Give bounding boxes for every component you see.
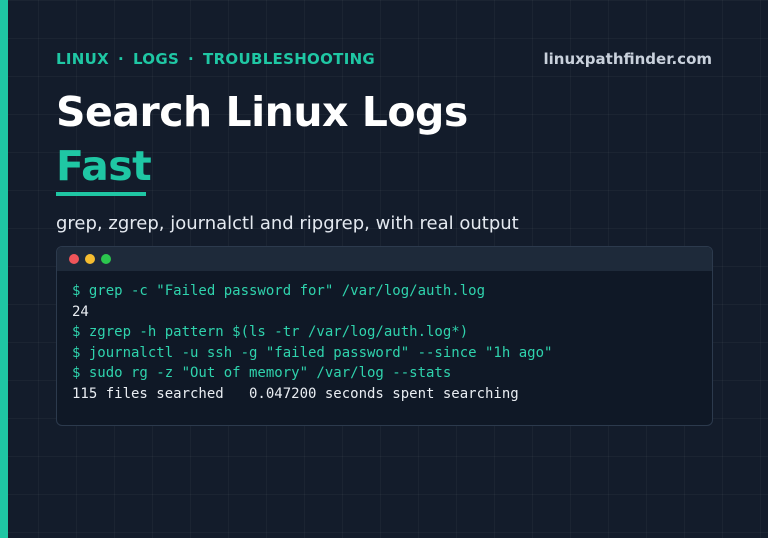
maximize-dot-icon bbox=[101, 254, 111, 264]
terminal-command-line: $ zgrep -h pattern $(ls -tr /var/log/aut… bbox=[72, 324, 469, 340]
terminal-command-line: $ journalctl -u ssh -g "failed password"… bbox=[72, 344, 553, 361]
page-title-highlight: Fast bbox=[56, 142, 152, 190]
terminal-body: $ grep -c "Failed password for" /var/log… bbox=[57, 271, 712, 404]
page-title: Search Linux Logs bbox=[56, 88, 468, 136]
minimize-dot-icon bbox=[85, 254, 95, 264]
tag-linux: LINUX bbox=[56, 50, 109, 68]
tag-troubleshooting: TROUBLESHOOTING bbox=[203, 50, 376, 68]
subtitle: grep, zgrep, journalctl and ripgrep, wit… bbox=[56, 213, 519, 234]
site-name: linuxpathfinder.com bbox=[543, 50, 712, 68]
category-tags: LINUX · LOGS · TROUBLESHOOTING bbox=[56, 50, 375, 68]
tag-separator: · bbox=[188, 50, 195, 68]
terminal-output-line: 115 files searched 0.047200 seconds spen… bbox=[72, 385, 519, 402]
tag-separator: · bbox=[117, 50, 124, 68]
terminal-command-line: $ grep -c "Failed password for" /var/log… bbox=[72, 283, 486, 299]
terminal-output-line: 24 bbox=[72, 303, 89, 320]
terminal-command-line: $ sudo rg -z "Out of memory" /var/log --… bbox=[72, 365, 452, 381]
tag-logs: LOGS bbox=[132, 50, 180, 68]
title-underline bbox=[56, 192, 146, 196]
accent-bar bbox=[0, 0, 8, 538]
terminal-titlebar bbox=[57, 247, 712, 271]
terminal-window: $ grep -c "Failed password for" /var/log… bbox=[56, 246, 713, 426]
close-dot-icon bbox=[69, 254, 79, 264]
